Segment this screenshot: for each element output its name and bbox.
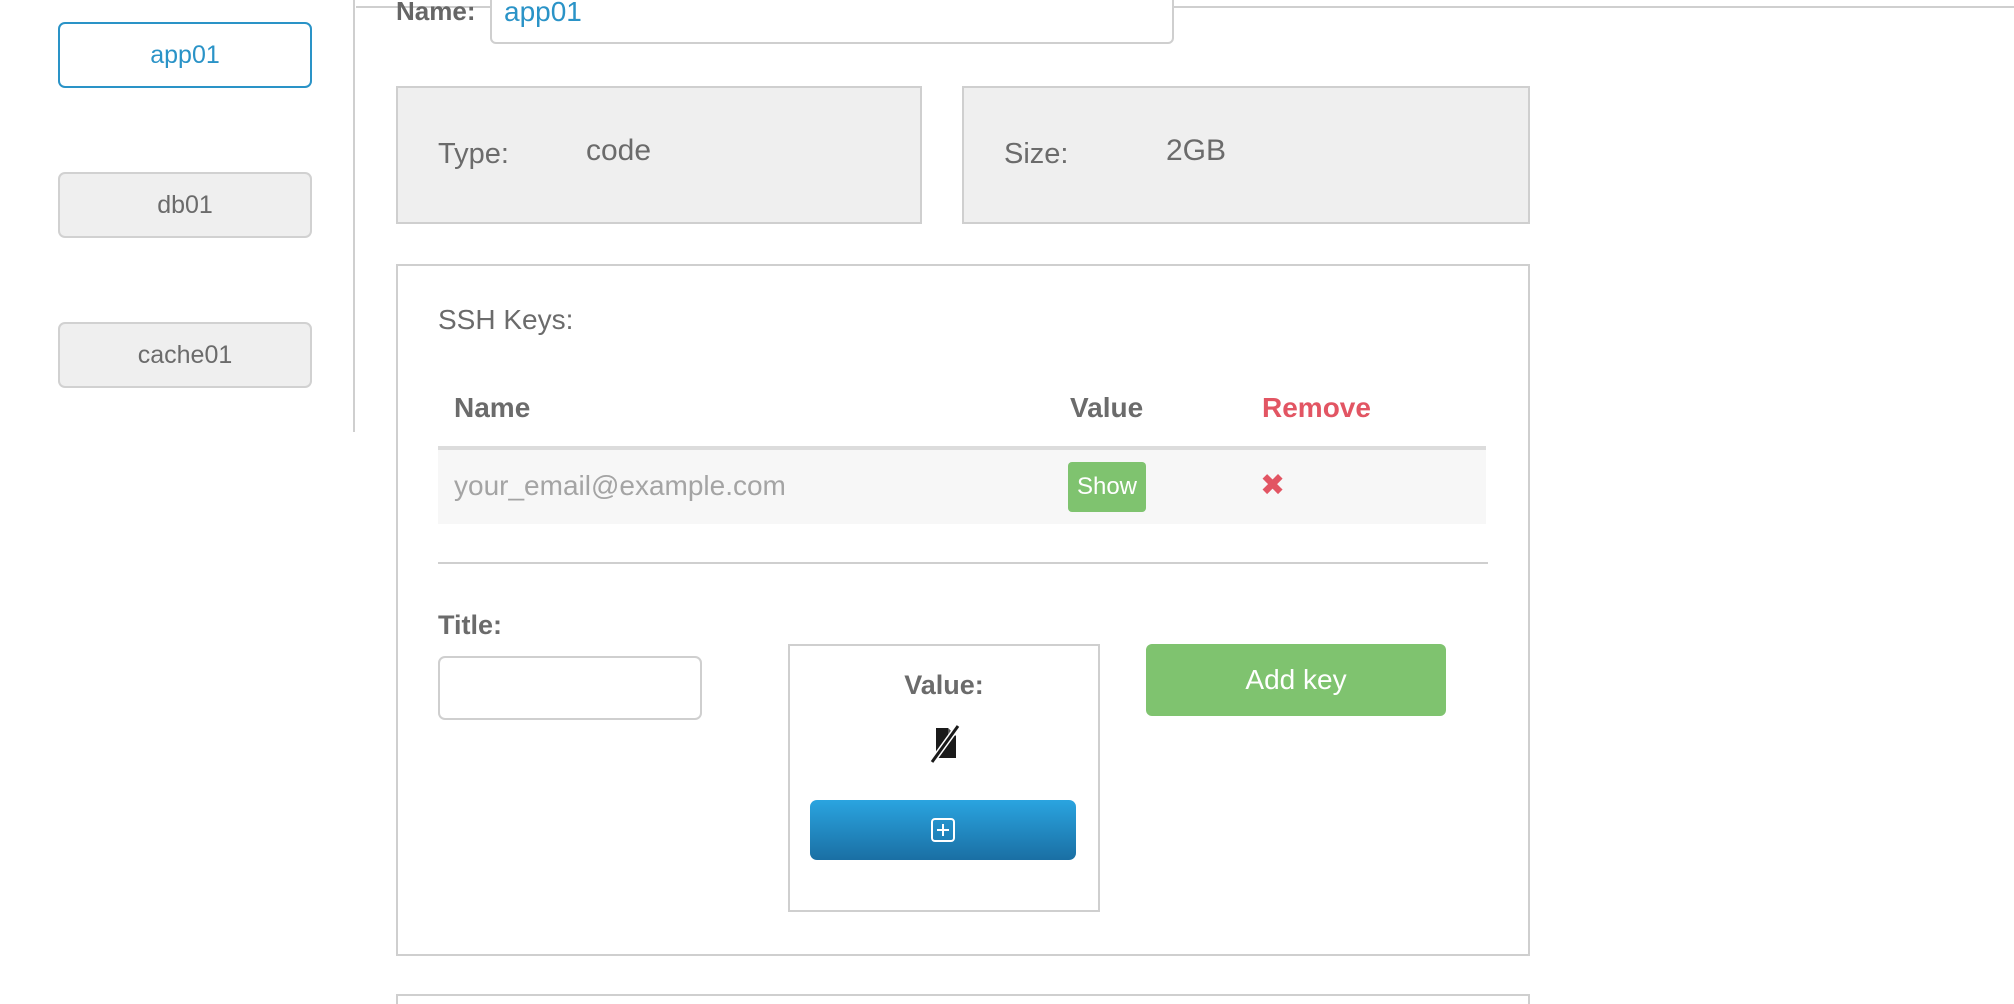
value-label: Value:: [904, 670, 984, 700]
sidebar-item-cache01[interactable]: cache01: [58, 322, 312, 388]
ssh-keys-title: SSH Keys:: [438, 304, 574, 335]
form-divider: [438, 562, 1488, 564]
ssh-keys-panel: SSH Keys: Name Value Remove your_email@e…: [396, 264, 1530, 956]
column-header-value: Value: [1070, 392, 1144, 423]
next-panel: [396, 994, 1530, 1004]
size-label: Size:: [1004, 138, 1069, 170]
ssh-key-name: your_email@example.com: [454, 470, 786, 501]
title-input[interactable]: [438, 656, 702, 720]
sidebar-item-app01[interactable]: app01: [58, 22, 312, 88]
upload-button[interactable]: [810, 800, 1076, 860]
size-value: 2GB: [1166, 134, 1227, 167]
sidebar-item-db01[interactable]: db01: [58, 172, 312, 238]
size-box: Size: 2GB: [962, 86, 1530, 224]
type-value: code: [586, 134, 652, 167]
type-box: Type: code: [396, 86, 922, 224]
plus-square-icon: [931, 818, 955, 842]
column-header-name: Name: [454, 392, 531, 423]
value-upload-box: Value:: [788, 644, 1100, 912]
name-input[interactable]: app01: [490, 0, 1174, 44]
table-row: your_email@example.com Show ✖: [438, 450, 1486, 524]
column-header-remove: Remove: [1262, 392, 1371, 423]
type-label: Type:: [438, 138, 509, 170]
sidebar-divider: [353, 0, 355, 432]
name-label: Name:: [396, 0, 476, 26]
show-key-button[interactable]: Show: [1068, 462, 1146, 512]
title-label: Title:: [438, 610, 503, 640]
no-file-icon: [929, 724, 961, 764]
page: app01 db01 cache01 Name: app01 Type: cod…: [0, 0, 2014, 1004]
close-icon[interactable]: ✖: [1260, 466, 1285, 506]
add-key-button[interactable]: Add key: [1146, 644, 1446, 716]
